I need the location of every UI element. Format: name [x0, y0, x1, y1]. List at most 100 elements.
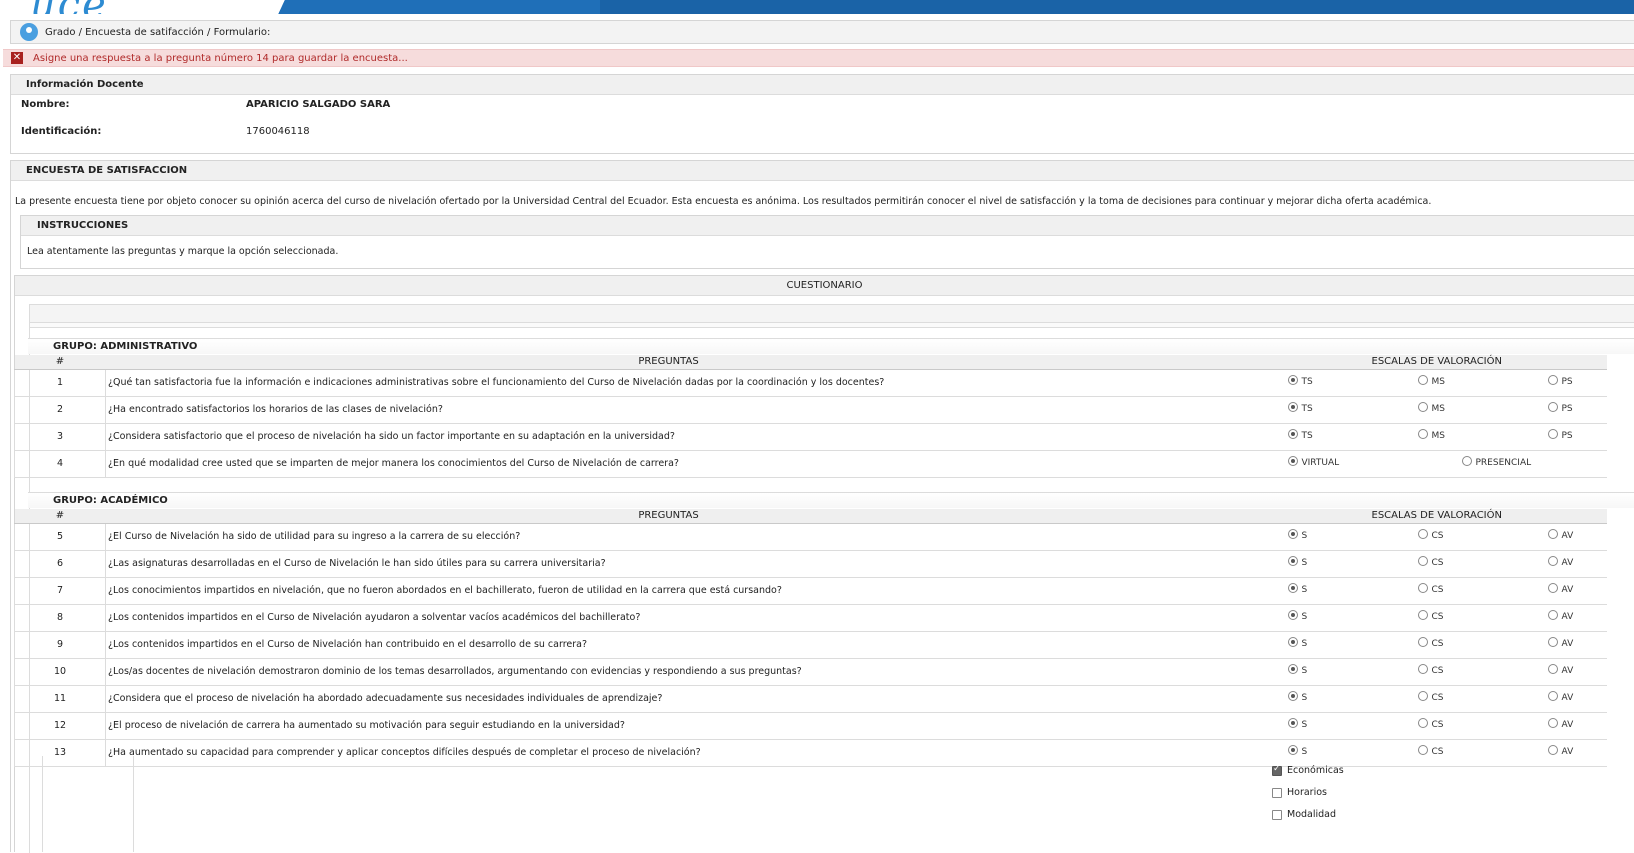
radio-option[interactable]: CS [1417, 663, 1444, 676]
radio-button[interactable] [1547, 744, 1558, 755]
radio-button[interactable] [1287, 717, 1298, 728]
radio-button[interactable] [1547, 428, 1558, 439]
radio-button[interactable] [1417, 744, 1428, 755]
radio-button[interactable] [1287, 528, 1298, 539]
radio-button[interactable] [1287, 690, 1298, 701]
radio-button[interactable] [1547, 690, 1558, 701]
radio-button[interactable] [1547, 663, 1558, 674]
radio-button[interactable] [1417, 663, 1428, 674]
radio-button[interactable] [1417, 374, 1428, 385]
radio-option[interactable]: PS [1547, 428, 1573, 441]
radio-option[interactable]: CS [1417, 636, 1444, 649]
radio-button[interactable] [1287, 455, 1298, 466]
radio-button[interactable] [1287, 636, 1298, 647]
radio-option[interactable]: S [1287, 609, 1307, 622]
radio-button[interactable] [1547, 374, 1558, 385]
radio-label: AV [1561, 530, 1574, 541]
radio-option[interactable]: AV [1547, 636, 1573, 649]
radio-button[interactable] [1287, 428, 1298, 439]
radio-option[interactable]: AV [1547, 744, 1573, 757]
radio-option[interactable]: PRESENCIAL [1461, 455, 1531, 468]
radio-button[interactable] [1287, 555, 1298, 566]
radio-option[interactable]: TS [1287, 428, 1313, 441]
radio-button[interactable] [1547, 609, 1558, 620]
checkbox-option[interactable]: Económicas [1272, 764, 1344, 776]
radio-button[interactable] [1287, 401, 1298, 412]
radio-button[interactable] [1547, 555, 1558, 566]
rating-options: TS MS PS [1231, 369, 1607, 397]
radio-option[interactable]: S [1287, 663, 1307, 676]
radio-button[interactable] [1417, 528, 1428, 539]
checkbox-option[interactable]: Horarios [1272, 787, 1327, 798]
radio-button[interactable] [1417, 428, 1428, 439]
breadcrumb: Grado / Encuesta de satifacción / Formul… [10, 20, 1634, 44]
radio-button[interactable] [1547, 582, 1558, 593]
checkbox-option[interactable]: Modalidad [1272, 809, 1336, 820]
close-icon[interactable]: ✕ [11, 52, 23, 64]
radio-button[interactable] [1287, 582, 1298, 593]
radio-button[interactable] [1417, 555, 1428, 566]
radio-option[interactable]: CS [1417, 717, 1444, 730]
radio-option[interactable]: S [1287, 636, 1307, 649]
radio-button[interactable] [1461, 455, 1472, 466]
radio-option[interactable]: MS [1417, 401, 1445, 414]
radio-option[interactable]: AV [1547, 528, 1574, 541]
radio-option[interactable]: AV [1547, 582, 1573, 595]
checkbox[interactable] [1272, 809, 1282, 820]
instructions-title: INSTRUCCIONES [21, 216, 1634, 236]
radio-option[interactable]: S [1287, 690, 1307, 703]
radio-button[interactable] [1417, 609, 1428, 620]
radio-option[interactable]: CS [1417, 744, 1444, 757]
radio-button[interactable] [1417, 582, 1428, 593]
radio-button[interactable] [1287, 374, 1298, 385]
checkbox[interactable] [1272, 787, 1282, 798]
radio-option[interactable]: VIRTUAL [1287, 455, 1339, 468]
checkbox[interactable] [1272, 764, 1282, 776]
rating-options: TS MS PS [1231, 423, 1607, 451]
radio-button[interactable] [1417, 717, 1428, 728]
radio-option[interactable]: S [1287, 555, 1307, 568]
radio-option[interactable]: PS [1547, 374, 1573, 387]
radio-option[interactable]: S [1287, 528, 1307, 541]
radio-option[interactable]: AV [1547, 663, 1573, 676]
radio-option[interactable]: CS [1417, 555, 1444, 568]
radio-option[interactable]: S [1287, 744, 1307, 757]
radio-button[interactable] [1547, 528, 1558, 539]
radio-label: AV [1561, 611, 1574, 622]
radio-option[interactable]: S [1287, 717, 1307, 730]
radio-button[interactable] [1287, 744, 1298, 755]
rating-options: S CS AV [1231, 739, 1607, 767]
radio-button[interactable] [1547, 717, 1558, 728]
radio-option[interactable]: TS [1287, 401, 1313, 414]
radio-option[interactable]: AV [1547, 555, 1573, 568]
radio-button[interactable] [1417, 690, 1428, 701]
rating-options: S CS AV [1231, 685, 1607, 713]
table-row: 1 ¿Qué tan satisfactoria fue la informaci… [14, 369, 1607, 397]
radio-button[interactable] [1547, 636, 1558, 647]
radio-label: S [1301, 584, 1308, 595]
radio-button[interactable] [1417, 401, 1428, 412]
radio-option[interactable]: AV [1547, 717, 1574, 730]
location-pin-icon [20, 23, 38, 41]
radio-option[interactable]: S [1287, 582, 1308, 595]
radio-option[interactable]: CS [1417, 609, 1444, 622]
radio-button[interactable] [1287, 663, 1298, 674]
col-num: # [14, 355, 106, 370]
radio-option[interactable]: AV [1547, 609, 1574, 622]
radio-option[interactable]: PS [1547, 401, 1573, 414]
radio-button[interactable] [1287, 609, 1298, 620]
radio-label: AV [1561, 719, 1574, 730]
radio-option[interactable]: TS [1287, 374, 1313, 387]
question-text: ¿Qué tan satisfactoria fue la informació… [105, 369, 1232, 397]
radio-option[interactable]: MS [1417, 374, 1445, 387]
radio-option[interactable]: AV [1547, 690, 1573, 703]
radio-option[interactable]: CS [1417, 528, 1444, 541]
question-text: ¿El Curso de Nivelación ha sido de utili… [105, 523, 1232, 551]
radio-option[interactable]: CS [1417, 582, 1444, 595]
encuesta-title: ENCUESTA DE SATISFACCION [11, 161, 1634, 181]
radio-option[interactable]: CS [1417, 690, 1444, 703]
col-num: # [14, 509, 106, 524]
radio-button[interactable] [1547, 401, 1558, 412]
radio-option[interactable]: MS [1417, 428, 1445, 441]
radio-button[interactable] [1417, 636, 1428, 647]
